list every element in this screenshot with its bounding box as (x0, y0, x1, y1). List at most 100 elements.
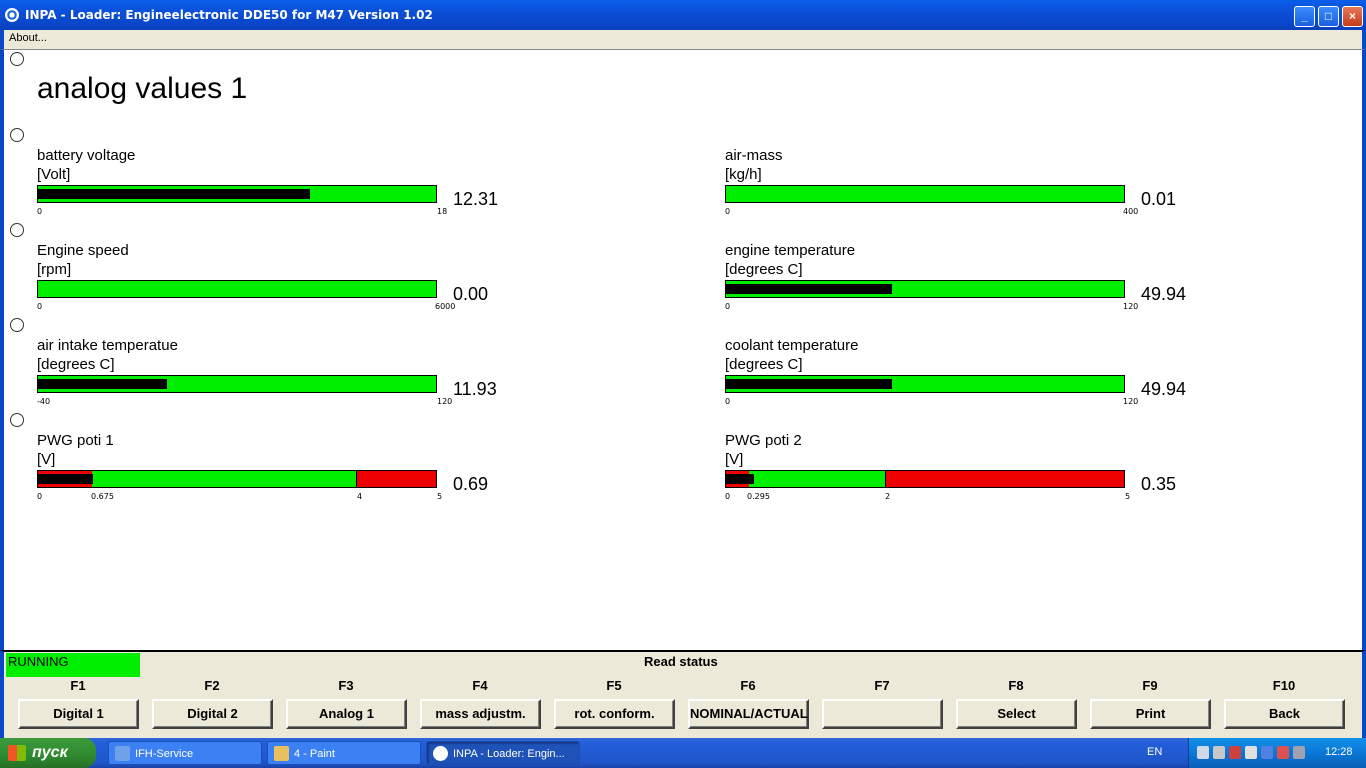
mass-adjustment-button[interactable]: mass adjustm. (420, 699, 541, 729)
gauge-value: 12.31 (453, 189, 499, 209)
device-icon[interactable] (1261, 746, 1273, 759)
bmw-logo-icon (5, 8, 19, 22)
gauge-bar (725, 185, 1125, 203)
gauge-bar (725, 280, 1125, 298)
gauge-label: coolant temperature (725, 337, 859, 354)
taskbar-item-ifh-service[interactable]: IFH-Service (108, 741, 262, 765)
gauge-value: 49.94 (1141, 284, 1187, 304)
title-bar[interactable]: INPA - Loader: Engineelectronic DDE50 fo… (0, 0, 1366, 30)
volume-icon[interactable] (1213, 746, 1225, 759)
tick-min: 0 (725, 302, 731, 311)
menu-about[interactable]: About... (9, 32, 47, 44)
gauge-unit: [kg/h] (725, 166, 762, 183)
radio-button-5[interactable] (10, 413, 24, 427)
gauge-bar (725, 470, 1125, 488)
rot-conform-button[interactable]: rot. conform. (554, 699, 675, 729)
main-panel: analog values 1 battery voltage [Volt] 1… (0, 49, 1366, 650)
fkey-label-f2: F2 (204, 678, 220, 693)
analog-1-button[interactable]: Analog 1 (286, 699, 407, 729)
tick-min: 0 (725, 207, 731, 216)
gauge-label: battery voltage (37, 147, 136, 164)
taskbar-item-paint[interactable]: 4 - Paint (267, 741, 421, 765)
task-label: IFH-Service (135, 748, 194, 760)
tick-high: 4 (357, 492, 363, 501)
function-key-panel: RUNNING Read status F1 F2 F3 F4 F5 F6 F7… (0, 650, 1366, 738)
bmw-logo-icon (433, 746, 448, 761)
gauge-unit: [V] (37, 451, 56, 468)
radio-button-2[interactable] (10, 128, 24, 142)
tick-max: 120 (1123, 302, 1139, 311)
taskbar-item-inpa-loader[interactable]: INPA - Loader: Engin... (426, 741, 580, 765)
gauge-value: 0.01 (1141, 189, 1177, 209)
fkey-label-f3: F3 (338, 678, 354, 693)
gauge-engine-temperature: engine temperature [degrees C] 49.94 0 1… (725, 242, 1225, 322)
gauge-bar (37, 185, 437, 203)
tick-max: 120 (437, 397, 453, 406)
clock-tray-icon[interactable] (1245, 746, 1257, 759)
gauge-fill (38, 189, 310, 199)
gauge-pwg-poti-2: PWG poti 2 [V] 0.35 0 0.295 2 5 (725, 432, 1225, 512)
start-button[interactable]: пуск (0, 738, 96, 768)
start-label: пуск (32, 744, 68, 761)
tick-min: 0 (725, 492, 731, 501)
gauge-label: air-mass (725, 147, 783, 164)
gauge-label: engine temperature (725, 242, 856, 259)
tick-min: -40 (37, 397, 51, 406)
clock: 12:28 (1325, 746, 1353, 758)
monitor-icon[interactable] (1293, 746, 1305, 759)
radio-button-4[interactable] (10, 318, 24, 332)
fkey-label-f7: F7 (874, 678, 890, 693)
gauge-label: PWG poti 2 (725, 432, 802, 449)
print-button[interactable]: Print (1090, 699, 1211, 729)
page-title: analog values 1 (37, 72, 248, 105)
app-window-icon (115, 746, 130, 761)
language-indicator[interactable]: EN (1147, 746, 1162, 758)
back-button[interactable]: Back (1224, 699, 1345, 729)
gauge-coolant-temperature: coolant temperature [degrees C] 49.94 0 … (725, 337, 1225, 417)
gauge-value: 0.69 (453, 474, 489, 494)
nominal-actual-button[interactable]: NOMINAL/ACTUAL (688, 699, 809, 729)
gauge-label: air intake temperatue (37, 337, 178, 354)
tick-max: 18 (437, 207, 448, 216)
gauge-pwg-poti-1: PWG poti 1 [V] 0.69 0 0.675 4 5 (37, 432, 537, 512)
maximize-button[interactable]: □ (1318, 6, 1339, 27)
gauge-label: PWG poti 1 (37, 432, 114, 449)
usb-icon[interactable] (1277, 746, 1289, 759)
gauge-label: Engine speed (37, 242, 129, 259)
security-icon[interactable] (1229, 746, 1241, 759)
tick-min: 0 (725, 397, 731, 406)
fkey-label-f6: F6 (740, 678, 756, 693)
radio-button-3[interactable] (10, 223, 24, 237)
tick-min: 0 (37, 492, 43, 501)
tick-min: 0 (37, 302, 43, 311)
select-button[interactable]: Select (956, 699, 1077, 729)
tick-max: 5 (1125, 492, 1131, 501)
gauge-unit: [rpm] (37, 261, 72, 278)
minimize-button[interactable]: _ (1294, 6, 1315, 27)
tick-low: 0.675 (91, 492, 114, 501)
f7-button[interactable] (822, 699, 943, 729)
task-label: INPA - Loader: Engin... (453, 748, 565, 760)
digital-2-button[interactable]: Digital 2 (152, 699, 273, 729)
gauge-bar (37, 470, 437, 488)
tick-min: 0 (37, 207, 43, 216)
digital-1-button[interactable]: Digital 1 (18, 699, 139, 729)
window-title: INPA - Loader: Engineelectronic DDE50 fo… (25, 8, 433, 22)
gauge-unit: [degrees C] (725, 356, 803, 373)
network-icon[interactable] (1197, 746, 1209, 759)
tick-low: 0.295 (747, 492, 770, 501)
gauge-bar (37, 280, 437, 298)
gauge-value: 49.94 (1141, 379, 1187, 399)
taskbar: пуск IFH-Service 4 - Paint INPA - Loader… (0, 738, 1366, 768)
fkey-label-f10: F10 (1272, 678, 1296, 693)
fkey-label-f1: F1 (70, 678, 86, 693)
close-button[interactable]: × (1342, 6, 1363, 27)
gauge-fill (38, 474, 93, 484)
gauge-battery-voltage: battery voltage [Volt] 12.31 0 18 (37, 147, 537, 227)
radio-button-1[interactable] (10, 52, 24, 66)
windows-flag-icon (8, 745, 26, 761)
tick-max: 5 (437, 492, 443, 501)
fkey-label-f8: F8 (1008, 678, 1024, 693)
task-label: 4 - Paint (294, 748, 335, 760)
gauge-fill (726, 379, 892, 389)
